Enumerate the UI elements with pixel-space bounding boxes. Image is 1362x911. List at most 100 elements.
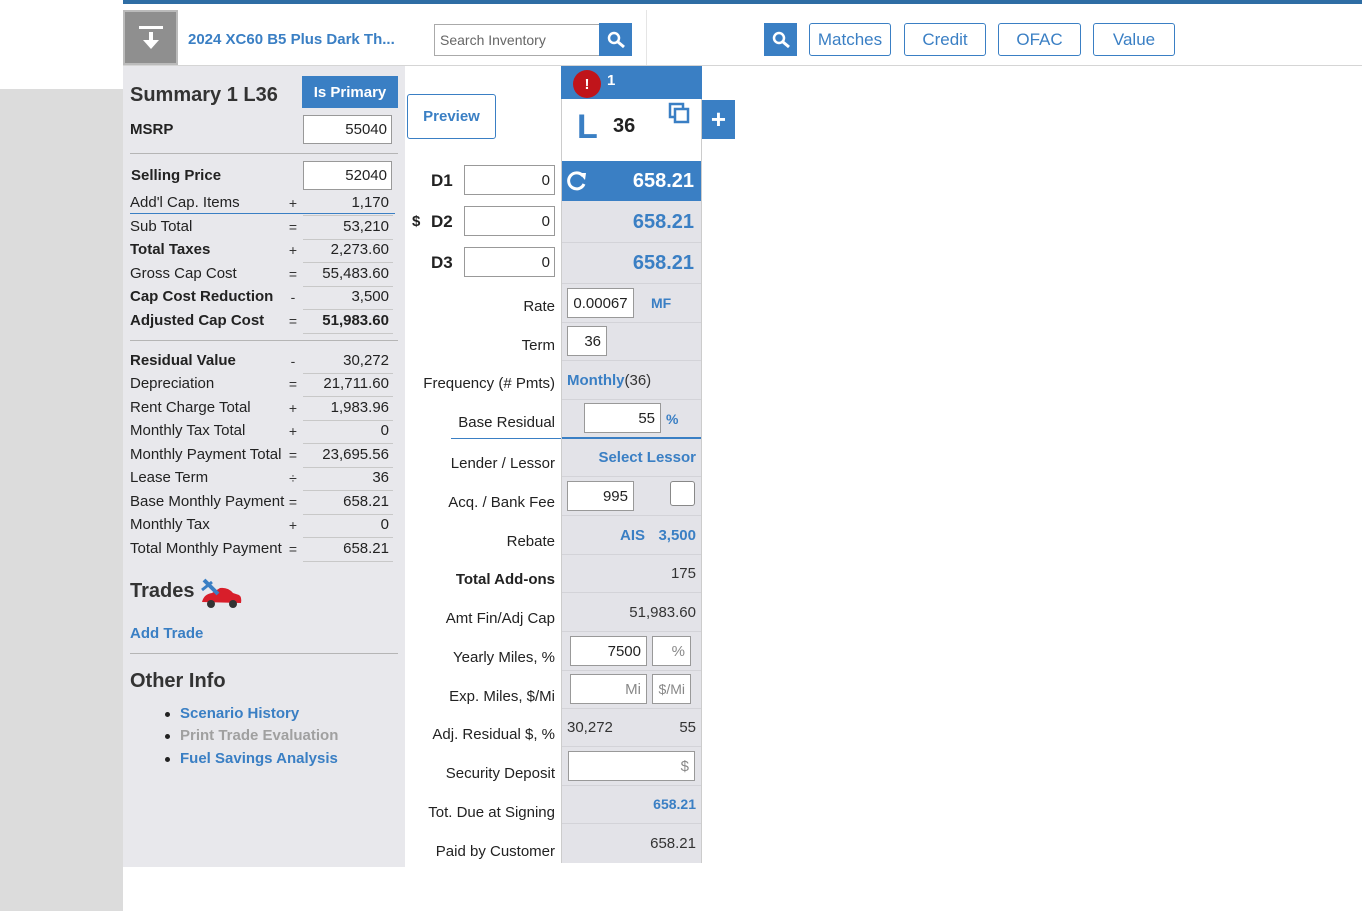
d2-label: D2 [431, 212, 453, 231]
row-divider [562, 399, 701, 400]
row-divider [562, 785, 701, 786]
row-divider [562, 283, 701, 284]
d2-input[interactable]: 0 [464, 206, 555, 236]
msrp-input[interactable]: 55040 [303, 115, 392, 144]
summary-row-operator: = [288, 266, 298, 282]
percent-label: % [666, 411, 679, 427]
summary-row-label[interactable]: Cap Cost Reduction [130, 288, 273, 305]
summary-row-label: Rent Charge Total [130, 399, 251, 416]
summary-row-operator: + [288, 242, 298, 258]
payment-d2-value[interactable]: 658.21 [600, 211, 694, 234]
summary-title: Summary 1 L36 [130, 84, 278, 106]
value-button[interactable]: Value [1093, 23, 1175, 56]
search-inventory-input[interactable] [434, 24, 600, 56]
row-divider [562, 554, 701, 555]
yearly-miles-input[interactable]: 7500 [570, 636, 647, 666]
scenario-history-link[interactable]: Scenario History [165, 705, 299, 722]
summary-row-operator: ÷ [289, 470, 297, 486]
summary-row-operator: = [288, 494, 298, 510]
acq-fee-input[interactable]: 995 [567, 481, 634, 511]
summary-row-label[interactable]: Adjusted Cap Cost [130, 312, 264, 329]
selling-price-input[interactable]: 52040 [303, 161, 392, 190]
print-trade-evaluation-link[interactable]: Print Trade Evaluation [165, 727, 338, 744]
search-icon[interactable] [599, 23, 632, 56]
frequency-value[interactable]: Monthly(36) [567, 372, 651, 389]
tot-due-value[interactable]: 658.21 [600, 796, 696, 812]
row-divider [562, 515, 701, 516]
summary-row-value: 21,711.60 [303, 375, 393, 397]
d3-input[interactable]: 0 [464, 247, 555, 277]
base-residual-underline [451, 438, 562, 439]
acq-fee-checkbox[interactable] [670, 481, 695, 506]
term-input[interactable]: 36 [567, 326, 607, 356]
credit-button[interactable]: Credit [904, 23, 986, 56]
summary-row-value: 23,695.56 [303, 446, 393, 468]
paid-by-customer-value: 658.21 [650, 835, 696, 852]
copy-icon[interactable] [667, 101, 691, 130]
add-trade-link[interactable]: Add Trade [130, 625, 203, 642]
search-icon[interactable] [764, 23, 797, 56]
frequency-link[interactable]: Monthly [567, 372, 625, 389]
summary-row-value: 3,500 [303, 288, 393, 310]
vehicle-title[interactable]: 2024 XC60 B5 Plus Dark Th... [188, 31, 395, 48]
total-addons-value: 175 [670, 565, 696, 582]
summary-row-label: Sub Total [130, 218, 193, 235]
preview-button[interactable]: Preview [407, 94, 496, 139]
security-deposit-input[interactable]: $ [568, 751, 695, 781]
summary-row-value: 658.21 [303, 540, 393, 562]
term-label: Term [521, 337, 555, 354]
amt-fin-label: Amt Fin/Adj Cap [445, 610, 555, 627]
adj-residual-value: 30,272 [567, 719, 613, 736]
summary-row-operator: = [288, 447, 298, 463]
row-divider [562, 631, 701, 632]
trade-car-icon [198, 576, 244, 619]
yearly-pct-input[interactable]: % [652, 636, 691, 666]
top-accent-line [123, 0, 1362, 4]
summary-row-operator: = [288, 376, 298, 392]
divider [130, 653, 398, 654]
exp-miles-input[interactable]: Mi [570, 674, 647, 704]
selling-price-label: Selling Price [131, 167, 222, 184]
summary-row-operator: = [288, 219, 298, 235]
fuel-savings-link[interactable]: Fuel Savings Analysis [165, 750, 338, 767]
summary-row-value: 658.21 [303, 493, 393, 515]
row-divider [562, 242, 701, 243]
matches-button[interactable]: Matches [809, 23, 891, 56]
rebate-value[interactable]: 3,500 [640, 527, 696, 544]
adj-residual-label: Adj. Residual $, % [432, 726, 555, 743]
mf-label[interactable]: MF [651, 295, 671, 311]
summary-row-operator: + [288, 517, 298, 533]
d1-input[interactable]: 0 [464, 165, 555, 195]
cap-items-underline [130, 213, 395, 214]
summary-row-label[interactable]: Residual Value [130, 352, 236, 369]
summary-row-label: Monthly Tax Total [130, 422, 246, 439]
summary-row-label: Monthly Tax [130, 516, 210, 533]
payment-d3-value[interactable]: 658.21 [600, 252, 694, 275]
refresh-icon[interactable] [566, 170, 588, 197]
warning-icon[interactable]: ! [573, 70, 601, 98]
ofac-button[interactable]: OFAC [998, 23, 1081, 56]
summary-row-operator: = [288, 541, 298, 557]
summary-row-operator: - [290, 289, 296, 305]
collapse-icon[interactable] [123, 10, 178, 65]
row-divider [562, 670, 701, 671]
base-residual-label: Base Residual [458, 414, 555, 431]
is-primary-button[interactable]: Is Primary [302, 76, 398, 108]
yearly-miles-label: Yearly Miles, % [453, 649, 555, 666]
select-lessor-link[interactable]: Select Lessor [562, 449, 696, 466]
summary-row-value: 53,210 [303, 218, 393, 240]
add-scenario-button[interactable]: + [702, 100, 735, 139]
summary-row-label: Gross Cap Cost [130, 265, 237, 282]
summary-row-label[interactable]: Total Taxes [130, 241, 210, 258]
trades-title: Trades [130, 580, 195, 602]
summary-row-operator: = [288, 313, 298, 329]
summary-row-operator: + [288, 195, 298, 211]
exp-permile-input[interactable]: $/Mi [652, 674, 691, 704]
summary-row-operator: - [290, 353, 296, 369]
total-addons-link[interactable]: Total Add-ons [405, 571, 555, 588]
rate-input[interactable]: 0.00067 [567, 288, 634, 318]
rate-label: Rate [523, 298, 555, 315]
base-residual-input[interactable]: 55 [584, 403, 661, 433]
summary-row-value: 0 [303, 516, 393, 538]
frequency-label: Frequency (# Pmts) [423, 375, 555, 392]
